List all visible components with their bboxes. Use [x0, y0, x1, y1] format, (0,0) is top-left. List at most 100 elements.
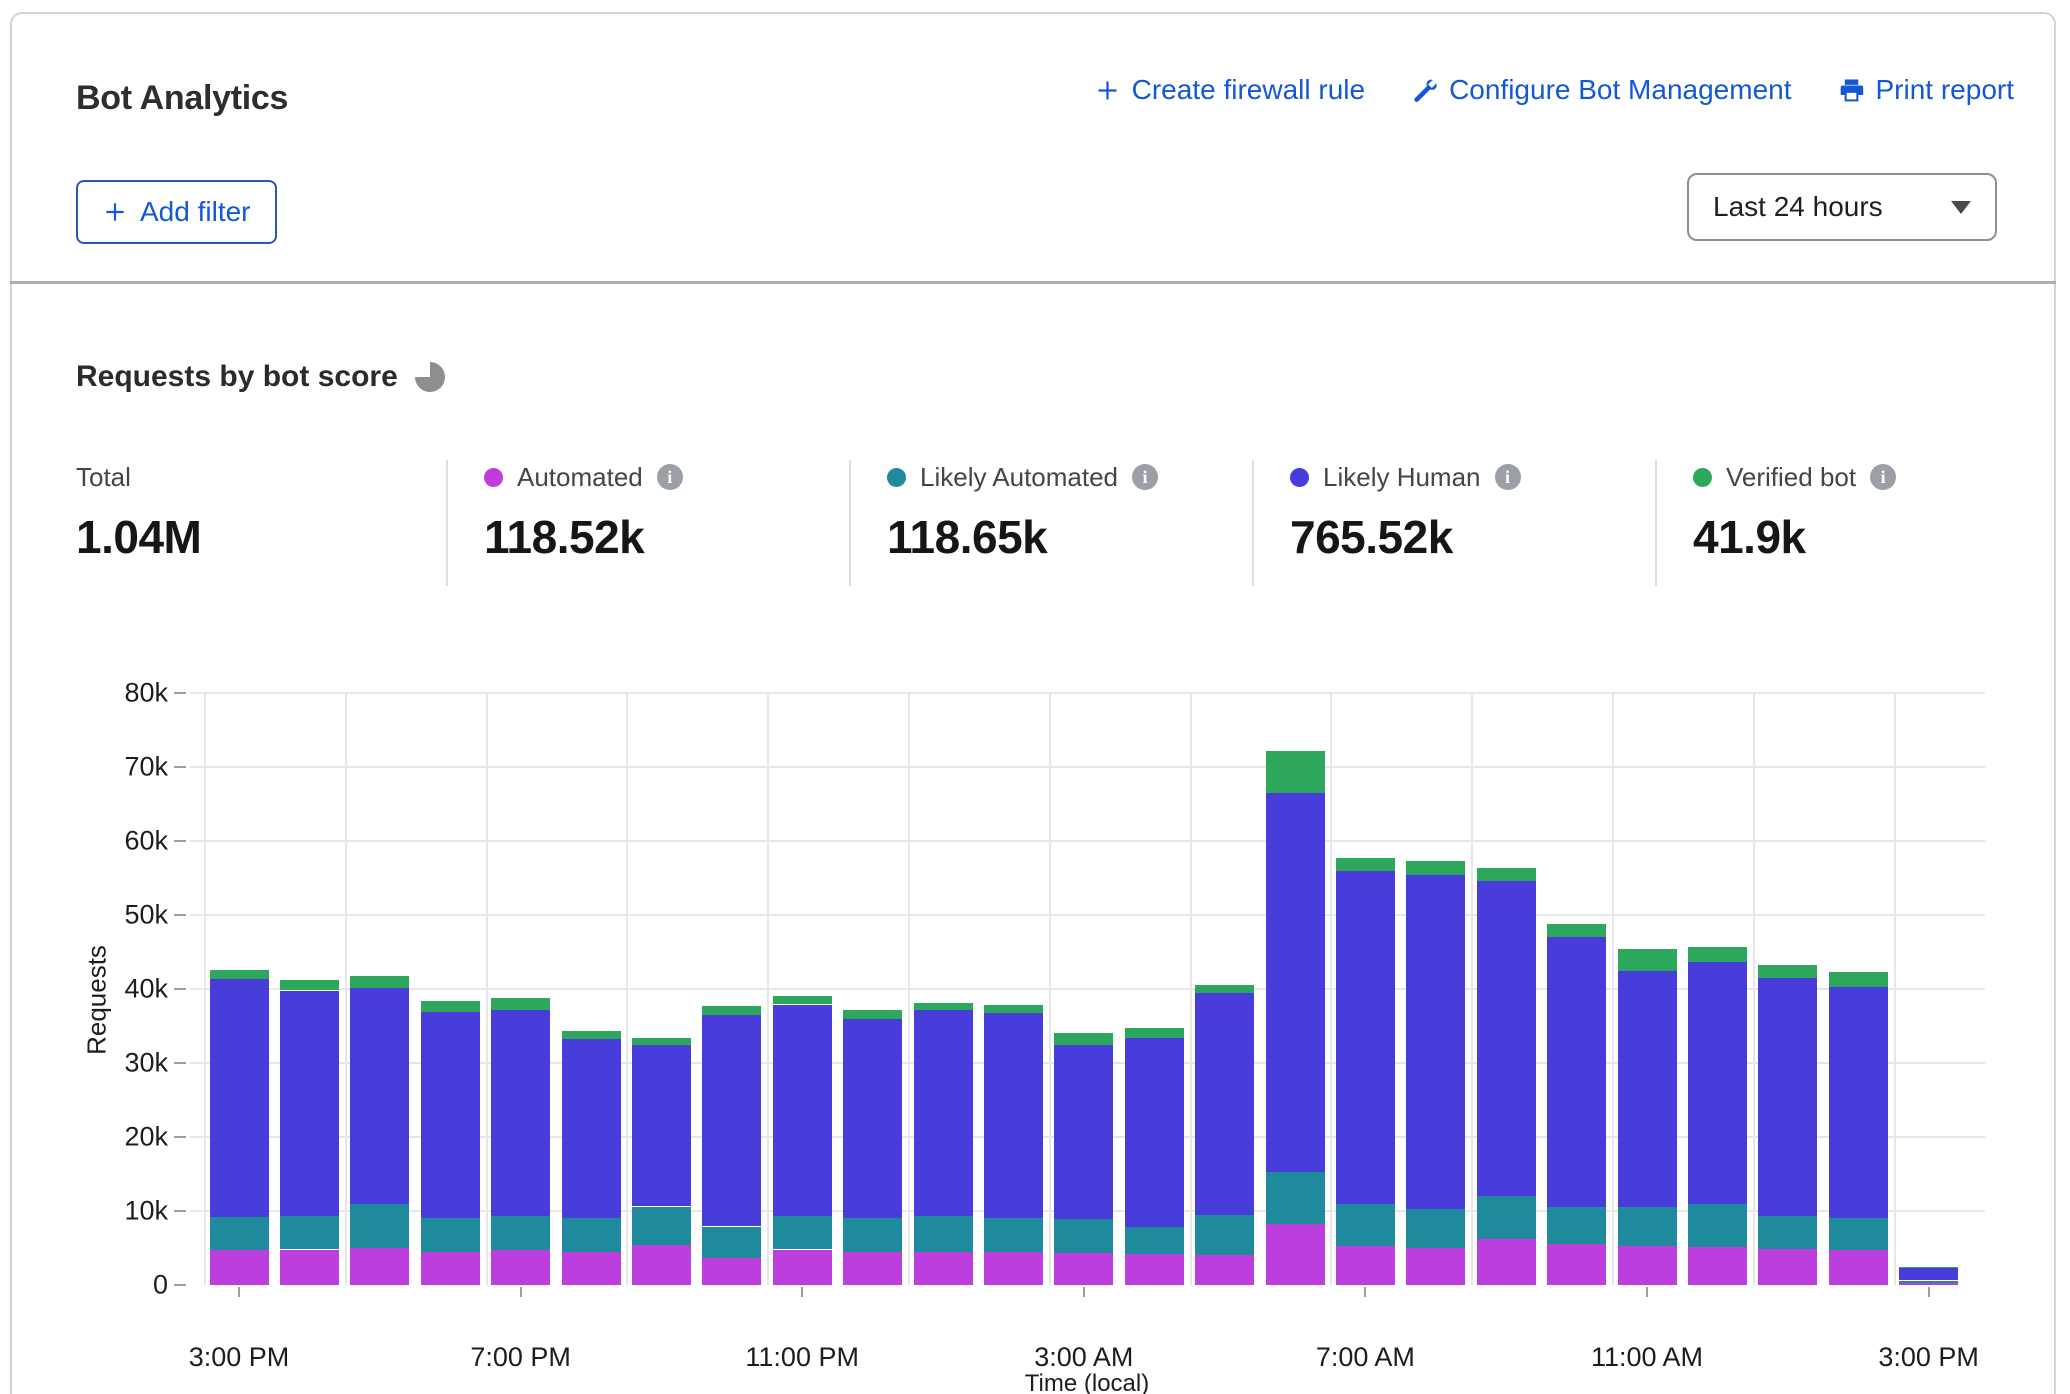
- bar-segment-verified-bot[interactable]: [210, 970, 269, 980]
- bar-segment-automated[interactable]: [914, 1252, 973, 1285]
- bar-segment-verified-bot[interactable]: [632, 1038, 691, 1045]
- bar-segment-verified-bot[interactable]: [1195, 985, 1254, 992]
- bar-segment-automated[interactable]: [1829, 1250, 1888, 1285]
- bar-segment-verified-bot[interactable]: [1054, 1033, 1113, 1046]
- bar-segment-likely-automated[interactable]: [1829, 1218, 1888, 1251]
- bar-segment-likely-human[interactable]: [1336, 871, 1395, 1204]
- bar-segment-likely-automated[interactable]: [1336, 1204, 1395, 1246]
- bar-segment-likely-automated[interactable]: [1266, 1172, 1325, 1224]
- bar-segment-likely-automated[interactable]: [562, 1218, 621, 1253]
- add-filter-button[interactable]: Add filter: [76, 180, 277, 244]
- info-icon[interactable]: i: [1495, 464, 1521, 490]
- bar-segment-verified-bot[interactable]: [1688, 947, 1747, 962]
- bar-segment-likely-automated[interactable]: [1054, 1219, 1113, 1253]
- bar-segment-likely-automated[interactable]: [1618, 1207, 1677, 1246]
- bar-segment-automated[interactable]: [984, 1252, 1043, 1285]
- bar-segment-likely-human[interactable]: [632, 1045, 691, 1206]
- bar-segment-likely-human[interactable]: [1125, 1038, 1184, 1227]
- bar-segment-automated[interactable]: [1547, 1244, 1606, 1285]
- bar-segment-verified-bot[interactable]: [1618, 949, 1677, 971]
- bar-segment-automated[interactable]: [1266, 1224, 1325, 1285]
- bar-segment-likely-automated[interactable]: [1406, 1209, 1465, 1248]
- bar-segment-likely-human[interactable]: [1195, 993, 1254, 1216]
- bar-segment-verified-bot[interactable]: [1266, 751, 1325, 793]
- bar-segment-verified-bot[interactable]: [350, 976, 409, 988]
- bar-segment-verified-bot[interactable]: [562, 1031, 621, 1039]
- bar-segment-likely-human[interactable]: [280, 991, 339, 1217]
- bar-segment-likely-human[interactable]: [210, 979, 269, 1217]
- bar-segment-likely-human[interactable]: [702, 1015, 761, 1227]
- bar-segment-verified-bot[interactable]: [491, 998, 550, 1010]
- bar-segment-automated[interactable]: [491, 1250, 550, 1285]
- bar-segment-verified-bot[interactable]: [1125, 1028, 1184, 1038]
- bar-segment-verified-bot[interactable]: [773, 996, 832, 1004]
- bar-segment-automated[interactable]: [1406, 1248, 1465, 1285]
- bar-segment-likely-automated[interactable]: [773, 1216, 832, 1249]
- bar-segment-likely-human[interactable]: [984, 1013, 1043, 1219]
- bar-segment-likely-human[interactable]: [1758, 978, 1817, 1216]
- bar-segment-automated[interactable]: [773, 1250, 832, 1286]
- bar-segment-automated[interactable]: [843, 1252, 902, 1285]
- bar-segment-automated[interactable]: [280, 1250, 339, 1286]
- bar-segment-verified-bot[interactable]: [421, 1001, 480, 1012]
- bar-segment-automated[interactable]: [1758, 1249, 1817, 1285]
- bar-segment-automated[interactable]: [1054, 1253, 1113, 1285]
- info-icon[interactable]: i: [1870, 464, 1896, 490]
- bar-segment-verified-bot[interactable]: [702, 1006, 761, 1015]
- bar-segment-likely-human[interactable]: [1266, 793, 1325, 1172]
- bar-segment-likely-human[interactable]: [1547, 937, 1606, 1207]
- bar-segment-automated[interactable]: [1336, 1246, 1395, 1285]
- bar-segment-likely-automated[interactable]: [280, 1216, 339, 1249]
- bar-segment-verified-bot[interactable]: [1336, 858, 1395, 871]
- bar-segment-likely-automated[interactable]: [914, 1216, 973, 1252]
- bar-segment-likely-human[interactable]: [914, 1010, 973, 1217]
- print-report-link[interactable]: Print report: [1838, 74, 2015, 106]
- info-icon[interactable]: i: [657, 464, 683, 490]
- bar-segment-likely-automated[interactable]: [1195, 1215, 1254, 1254]
- create-firewall-rule-link[interactable]: Create firewall rule: [1094, 74, 1365, 106]
- bar-segment-automated[interactable]: [1899, 1283, 1958, 1285]
- time-range-select[interactable]: Last 24 hours: [1687, 173, 1997, 241]
- bar-segment-automated[interactable]: [1618, 1246, 1677, 1285]
- bar-segment-verified-bot[interactable]: [1899, 1267, 1958, 1268]
- bar-segment-automated[interactable]: [702, 1258, 761, 1285]
- bar-segment-likely-automated[interactable]: [491, 1216, 550, 1250]
- bar-segment-likely-human[interactable]: [1618, 971, 1677, 1207]
- bar-segment-likely-automated[interactable]: [1758, 1216, 1817, 1249]
- bar-segment-automated[interactable]: [562, 1252, 621, 1285]
- bar-segment-verified-bot[interactable]: [1477, 868, 1536, 881]
- bar-segment-likely-human[interactable]: [1899, 1267, 1958, 1280]
- bar-segment-likely-human[interactable]: [562, 1039, 621, 1217]
- bar-segment-likely-human[interactable]: [1054, 1045, 1113, 1219]
- info-icon[interactable]: i: [1132, 464, 1158, 490]
- bar-segment-verified-bot[interactable]: [1406, 861, 1465, 875]
- bar-segment-verified-bot[interactable]: [984, 1005, 1043, 1013]
- bar-segment-verified-bot[interactable]: [1758, 965, 1817, 978]
- bar-segment-likely-human[interactable]: [1477, 881, 1536, 1196]
- bar-segment-verified-bot[interactable]: [843, 1010, 902, 1019]
- bar-segment-likely-human[interactable]: [773, 1005, 832, 1217]
- bar-segment-automated[interactable]: [1688, 1247, 1747, 1285]
- bar-segment-automated[interactable]: [1477, 1239, 1536, 1285]
- bar-segment-likely-automated[interactable]: [210, 1217, 269, 1250]
- bar-segment-verified-bot[interactable]: [1829, 972, 1888, 987]
- bar-segment-likely-automated[interactable]: [1688, 1204, 1747, 1247]
- bar-segment-likely-automated[interactable]: [984, 1218, 1043, 1251]
- bar-segment-automated[interactable]: [1125, 1254, 1184, 1285]
- bar-segment-likely-human[interactable]: [1688, 962, 1747, 1205]
- bar-segment-verified-bot[interactable]: [914, 1003, 973, 1010]
- bar-segment-likely-automated[interactable]: [843, 1218, 902, 1251]
- bar-segment-likely-human[interactable]: [1829, 987, 1888, 1218]
- bar-segment-automated[interactable]: [1195, 1255, 1254, 1285]
- bar-segment-verified-bot[interactable]: [1547, 924, 1606, 937]
- bar-segment-likely-automated[interactable]: [702, 1227, 761, 1258]
- bar-segment-likely-automated[interactable]: [1477, 1196, 1536, 1240]
- bar-segment-likely-human[interactable]: [491, 1010, 550, 1217]
- bar-segment-likely-human[interactable]: [843, 1019, 902, 1219]
- bar-segment-automated[interactable]: [350, 1248, 409, 1285]
- bar-segment-automated[interactable]: [210, 1250, 269, 1285]
- bar-segment-likely-automated[interactable]: [421, 1218, 480, 1252]
- bar-segment-likely-human[interactable]: [350, 988, 409, 1203]
- bar-segment-verified-bot[interactable]: [280, 980, 339, 990]
- bar-segment-likely-automated[interactable]: [632, 1207, 691, 1246]
